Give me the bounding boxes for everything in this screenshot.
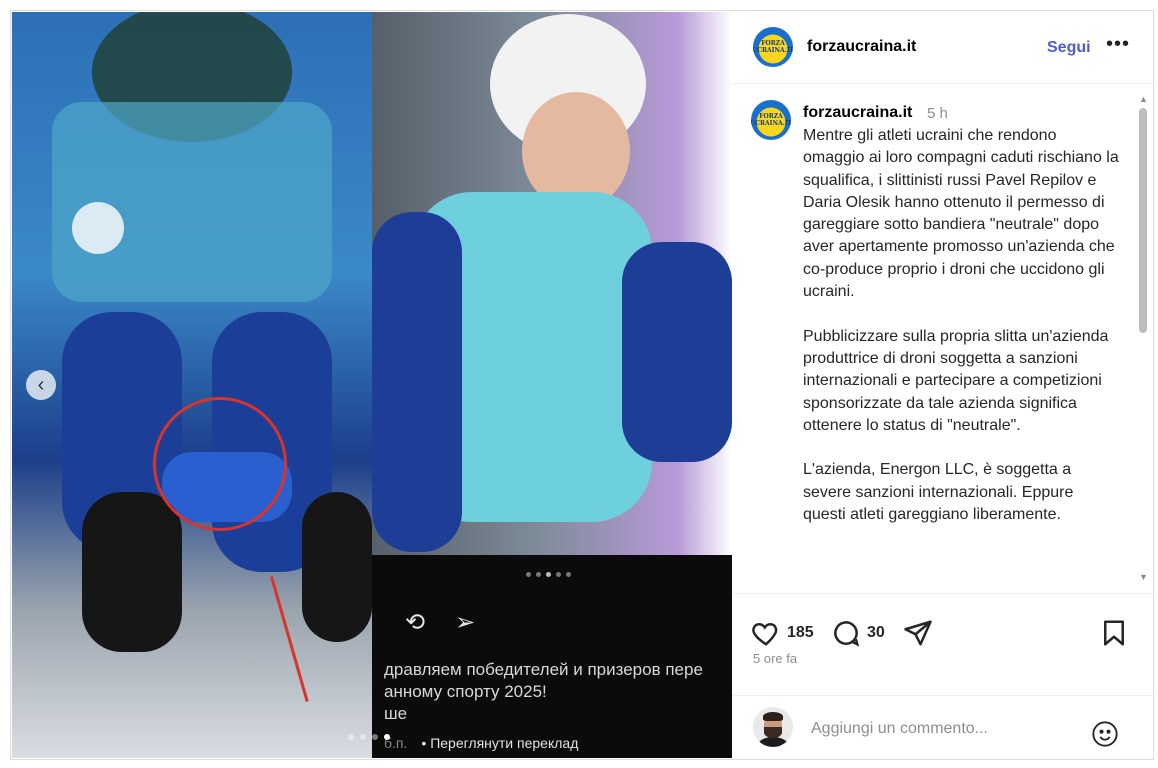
scrollbar[interactable]: ▲ ▼ <box>1137 94 1149 584</box>
russian-line-1: дравляем победителей и призеров пере <box>384 660 703 679</box>
comment-input[interactable] <box>809 696 1113 762</box>
caption-username[interactable]: forzaucraina.it <box>803 104 912 122</box>
russian-line-3: ше <box>384 704 408 723</box>
follow-button[interactable]: Segui <box>1047 39 1091 57</box>
paper-plane-icon <box>904 620 932 646</box>
bookmark-icon <box>1104 620 1124 646</box>
account-avatar[interactable]: FORZA UCRAINA.IT <box>753 27 793 67</box>
account-username[interactable]: forzaucraina.it <box>807 38 916 56</box>
scrollbar-thumb[interactable] <box>1139 108 1147 333</box>
comment-button[interactable]: 30 <box>831 618 885 648</box>
like-button[interactable]: 185 <box>751 618 814 648</box>
save-button[interactable] <box>1099 618 1129 648</box>
screenshot-overlay <box>372 555 732 758</box>
caption-text: Mentre gli atleti ucraini che rendono om… <box>803 127 1119 524</box>
caption-avatar-logo-text: FORZA UCRAINA.IT <box>751 113 791 127</box>
share-button[interactable] <box>903 618 933 648</box>
inner-icons: ⟲ ➢ <box>405 608 475 637</box>
carousel-dots <box>348 734 390 740</box>
post-media[interactable]: ‹ ⟲ ➢ дравляем победителей и призеров пе… <box>12 12 732 758</box>
post-time-ago: 5 ore fa <box>753 651 798 666</box>
more-options-icon[interactable]: ••• <box>1106 33 1130 56</box>
caption-scroll-area[interactable]: FORZA UCRAINA.IT forzaucraina.it 5 h Ment… <box>733 84 1153 593</box>
post-actions: 185 30 5 ore fa <box>733 593 1153 696</box>
repost-icon: ⟲ <box>405 609 426 636</box>
caption-avatar[interactable]: FORZA UCRAINA.IT <box>751 100 791 140</box>
russian-link-text: Переглянути переклад <box>430 735 579 751</box>
post-header: FORZA UCRAINA.IT forzaucraina.it Segui ••… <box>733 11 1153 84</box>
user-avatar[interactable] <box>753 707 793 747</box>
russian-caption: дравляем победителей и призеров пере анно… <box>384 659 703 725</box>
likes-count: 185 <box>787 624 814 641</box>
caption-time: 5 h <box>927 105 948 122</box>
comment-icon <box>834 621 860 647</box>
chevron-left-icon: ‹ <box>37 373 45 396</box>
heart-icon <box>752 622 778 646</box>
emoji-icon[interactable] <box>1091 720 1119 748</box>
post-side-panel: FORZA UCRAINA.IT forzaucraina.it Segui ••… <box>733 11 1153 762</box>
add-comment-bar <box>733 695 1153 762</box>
see-translation-link: б.п. • Переглянути переклад <box>384 735 579 751</box>
carousel-prev-button[interactable]: ‹ <box>26 370 56 400</box>
share-icon: ➢ <box>455 609 476 636</box>
avatar-logo-text: FORZA UCRAINA.IT <box>753 40 793 54</box>
inner-carousel-dots <box>526 572 571 577</box>
scroll-down-icon[interactable]: ▼ <box>1139 572 1148 582</box>
comments-count: 30 <box>867 624 885 641</box>
russian-line-2: анному спорту 2025! <box>384 682 547 701</box>
luge-photo-left <box>12 12 372 758</box>
highlight-circle <box>153 397 287 531</box>
scroll-up-icon[interactable]: ▲ <box>1139 94 1148 104</box>
